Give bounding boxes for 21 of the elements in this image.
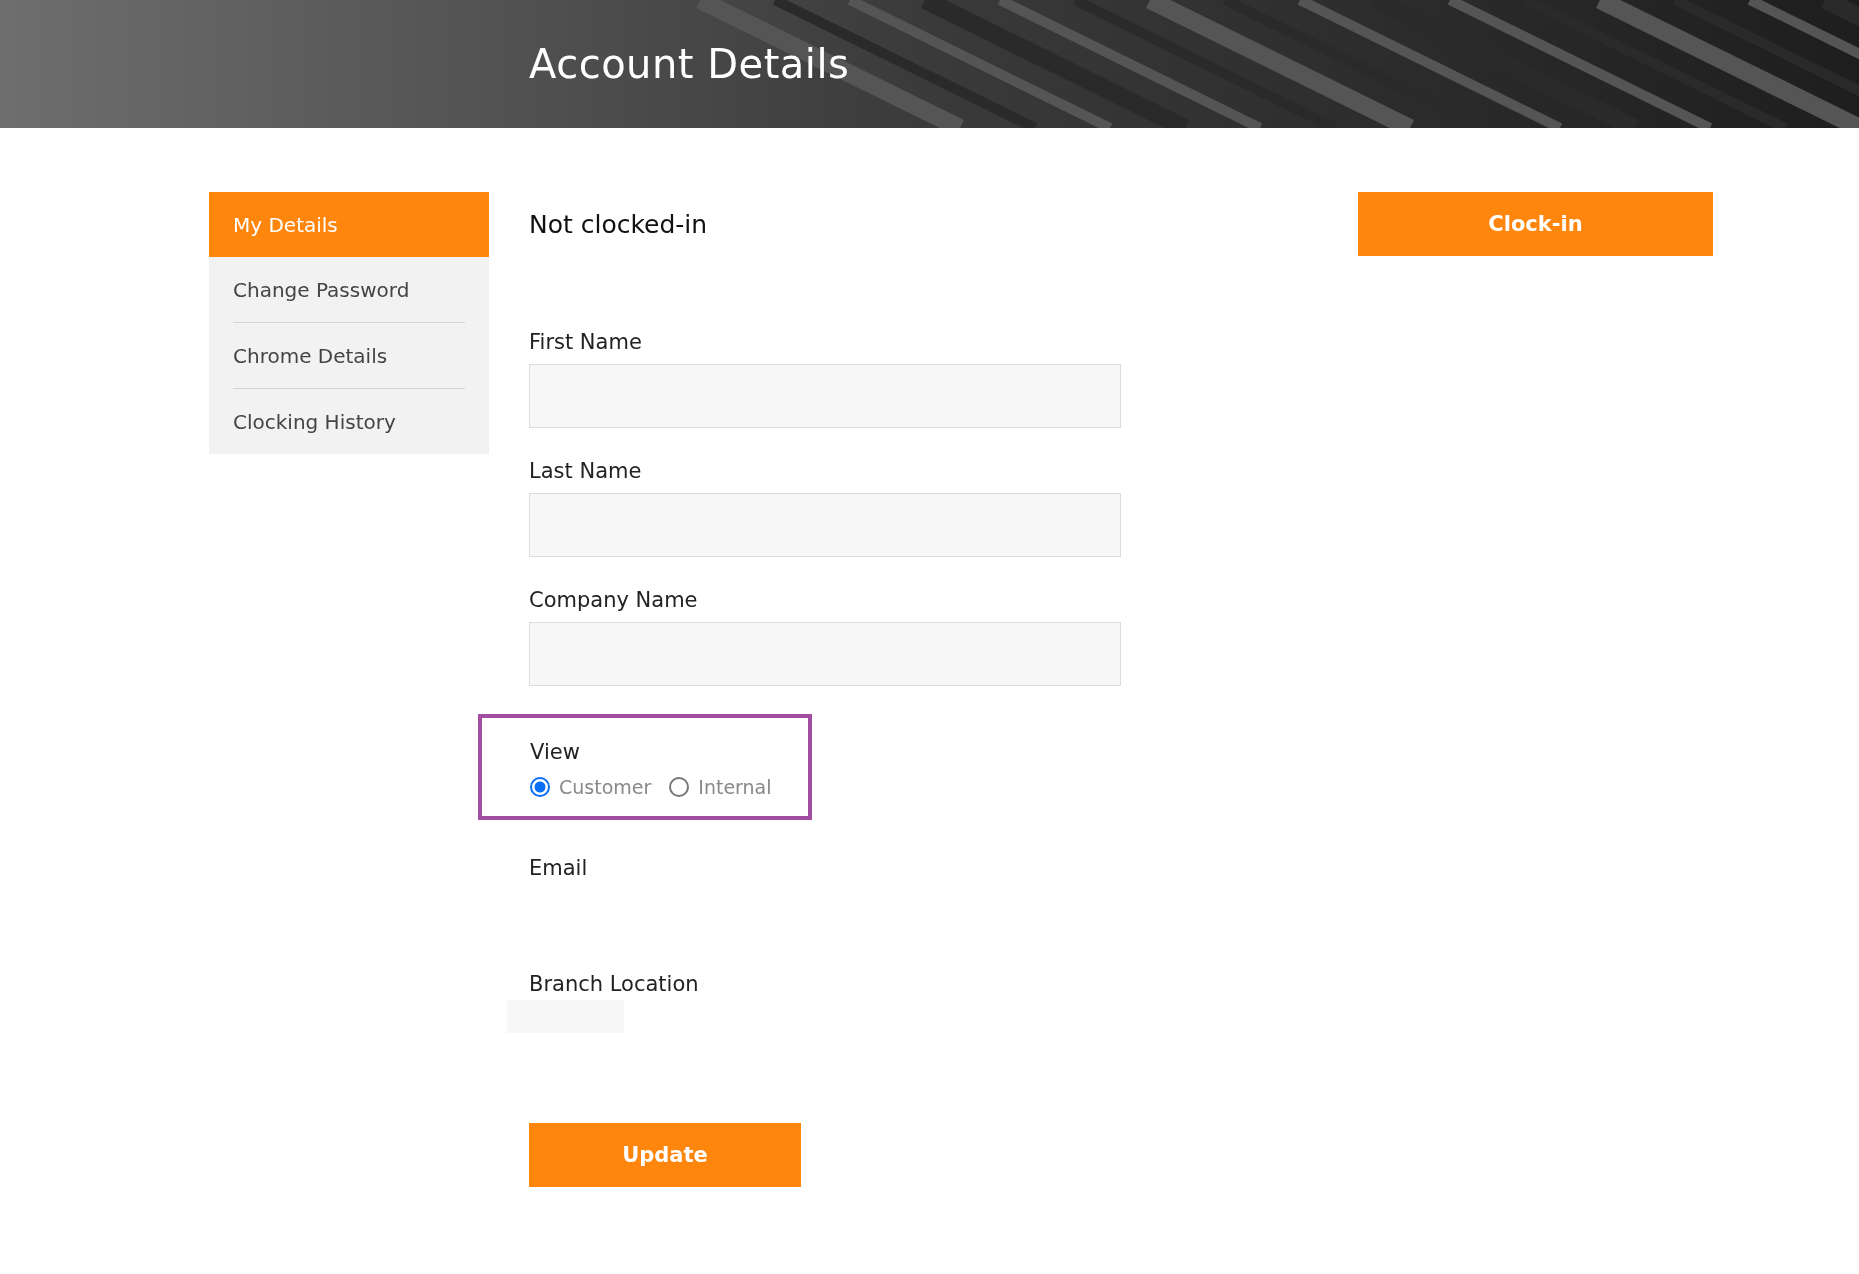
sidebar-item[interactable]: Clocking History (209, 389, 489, 454)
input-field[interactable] (529, 364, 1121, 428)
field-label: Branch Location (529, 972, 700, 996)
field-label: Last Name (529, 459, 643, 483)
field-label: Email (529, 856, 589, 880)
clock-in-button[interactable]: Clock-in (1358, 192, 1713, 256)
field-label: View (530, 740, 581, 764)
input-field[interactable] (529, 493, 1121, 557)
radio-button[interactable] (669, 777, 690, 797)
sidebar-item[interactable]: Chrome Details (209, 323, 489, 388)
radio-label[interactable]: Internal (698, 776, 772, 798)
clock-status: Not clocked-in (529, 209, 708, 239)
update-button[interactable]: Update (529, 1123, 801, 1187)
radio-label[interactable]: Customer (559, 776, 652, 798)
field-label: Company Name (529, 588, 699, 612)
input-field[interactable] (529, 622, 1121, 686)
sidebar-item[interactable]: My Details (209, 192, 489, 257)
radio-button[interactable] (530, 777, 550, 797)
page-title: Account Details (529, 41, 850, 87)
field-label: First Name (529, 330, 643, 354)
sidebar-item[interactable]: Change Password (209, 257, 489, 322)
